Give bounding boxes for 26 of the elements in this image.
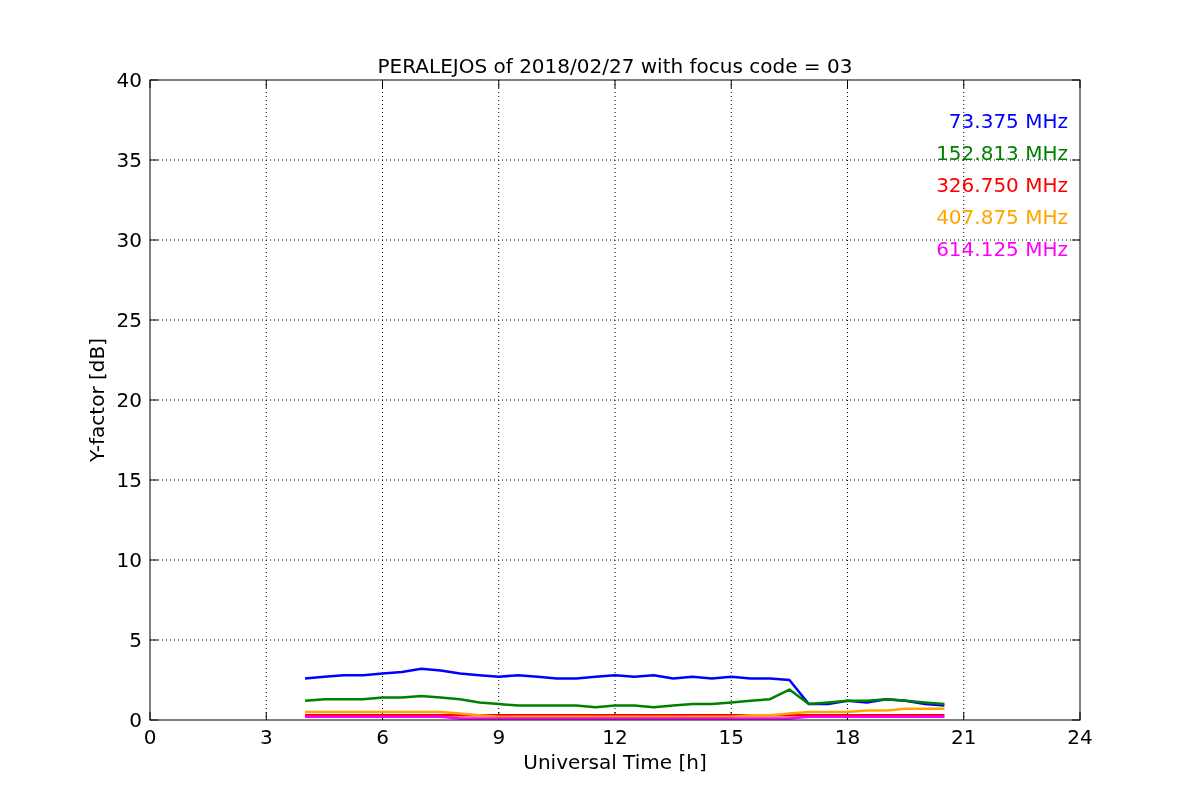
y-tick-label: 25 bbox=[116, 308, 142, 332]
legend-label: 326.750 MHz bbox=[936, 173, 1068, 197]
legend-label: 73.375 MHz bbox=[948, 109, 1068, 133]
legend-label: 614.125 MHz bbox=[936, 237, 1068, 261]
x-tick-label: 9 bbox=[492, 725, 506, 749]
x-tick-label: 15 bbox=[718, 725, 744, 749]
x-tick-label: 18 bbox=[834, 725, 861, 749]
x-tick-label: 12 bbox=[602, 725, 628, 749]
y-tick-label: 15 bbox=[116, 468, 142, 492]
y-tick-label: 0 bbox=[129, 708, 142, 732]
y-tick-label: 5 bbox=[129, 628, 142, 652]
y-axis-label: Y-factor [dB] bbox=[85, 338, 109, 462]
y-tick-label: 30 bbox=[116, 228, 142, 252]
legend-label: 152.813 MHz bbox=[936, 141, 1068, 165]
x-tick-label: 6 bbox=[376, 725, 389, 749]
x-tick-label: 3 bbox=[259, 725, 273, 749]
y-tick-label: 10 bbox=[116, 548, 142, 572]
x-tick-label: 21 bbox=[951, 725, 977, 749]
y-tick-label: 20 bbox=[116, 388, 142, 412]
x-tick-label: 24 bbox=[1067, 725, 1093, 749]
x-tick-label: 0 bbox=[143, 725, 157, 749]
x-axis-label: Universal Time [h] bbox=[523, 750, 707, 774]
y-tick-label: 35 bbox=[116, 148, 142, 172]
legend-label: 407.875 MHz bbox=[936, 205, 1068, 229]
y-tick-label: 40 bbox=[116, 68, 142, 92]
chart-title: PERALEJOS of 2018/02/27 with focus code = 03 bbox=[377, 54, 853, 78]
